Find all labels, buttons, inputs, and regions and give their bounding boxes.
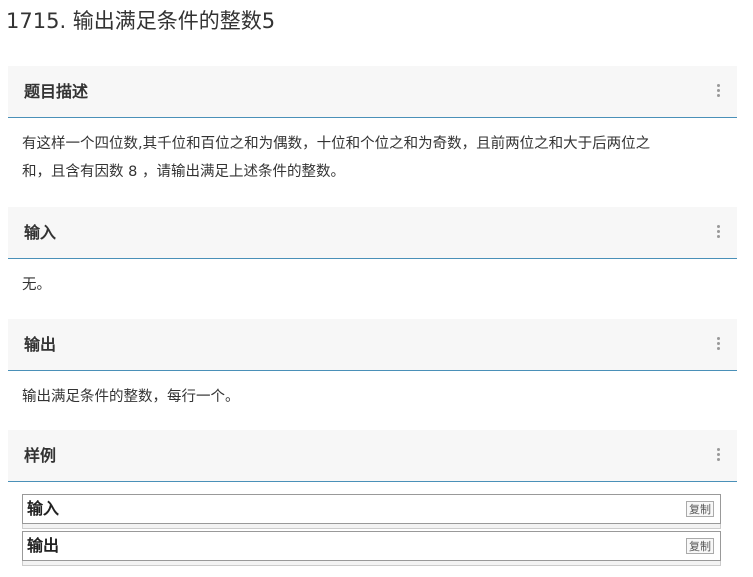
output-section-header: 输出: [8, 319, 737, 371]
description-text: 有这样一个四位数,其千位和百位之和为偶数，十位和个位之和为奇数，且前两位之和大于…: [22, 130, 732, 186]
input-section-header: 输入: [8, 207, 737, 259]
more-vertical-icon[interactable]: [717, 448, 721, 462]
sample-input-label: 输入: [27, 499, 60, 518]
input-heading: 输入: [24, 223, 57, 242]
description-line-1: 有这样一个四位数,其千位和百位之和为偶数，十位和个位之和为奇数，且前两位之和大于…: [22, 136, 651, 152]
description-section-header: 题目描述: [8, 66, 737, 118]
copy-input-button[interactable]: 复制: [686, 501, 714, 517]
sample-input-box: 输入 复制: [22, 494, 721, 529]
copy-output-button[interactable]: 复制: [686, 538, 714, 554]
output-text: 输出满足条件的整数，每行一个。: [22, 389, 240, 405]
description-heading: 题目描述: [24, 82, 89, 101]
sample-heading: 样例: [24, 446, 57, 465]
sample-section-header: 样例: [8, 430, 737, 482]
input-text: 无。: [22, 277, 51, 293]
page-title: 1715. 输出满足条件的整数5: [6, 9, 276, 33]
more-vertical-icon[interactable]: [717, 337, 721, 351]
output-heading: 输出: [24, 335, 57, 354]
more-vertical-icon[interactable]: [717, 84, 721, 98]
description-line-2: 和，且含有因数 8 ，请输出满足上述条件的整数。: [22, 164, 345, 180]
more-vertical-icon[interactable]: [717, 225, 721, 239]
sample-output-box: 输出 复制: [22, 531, 721, 566]
sample-output-label: 输出: [27, 536, 60, 555]
